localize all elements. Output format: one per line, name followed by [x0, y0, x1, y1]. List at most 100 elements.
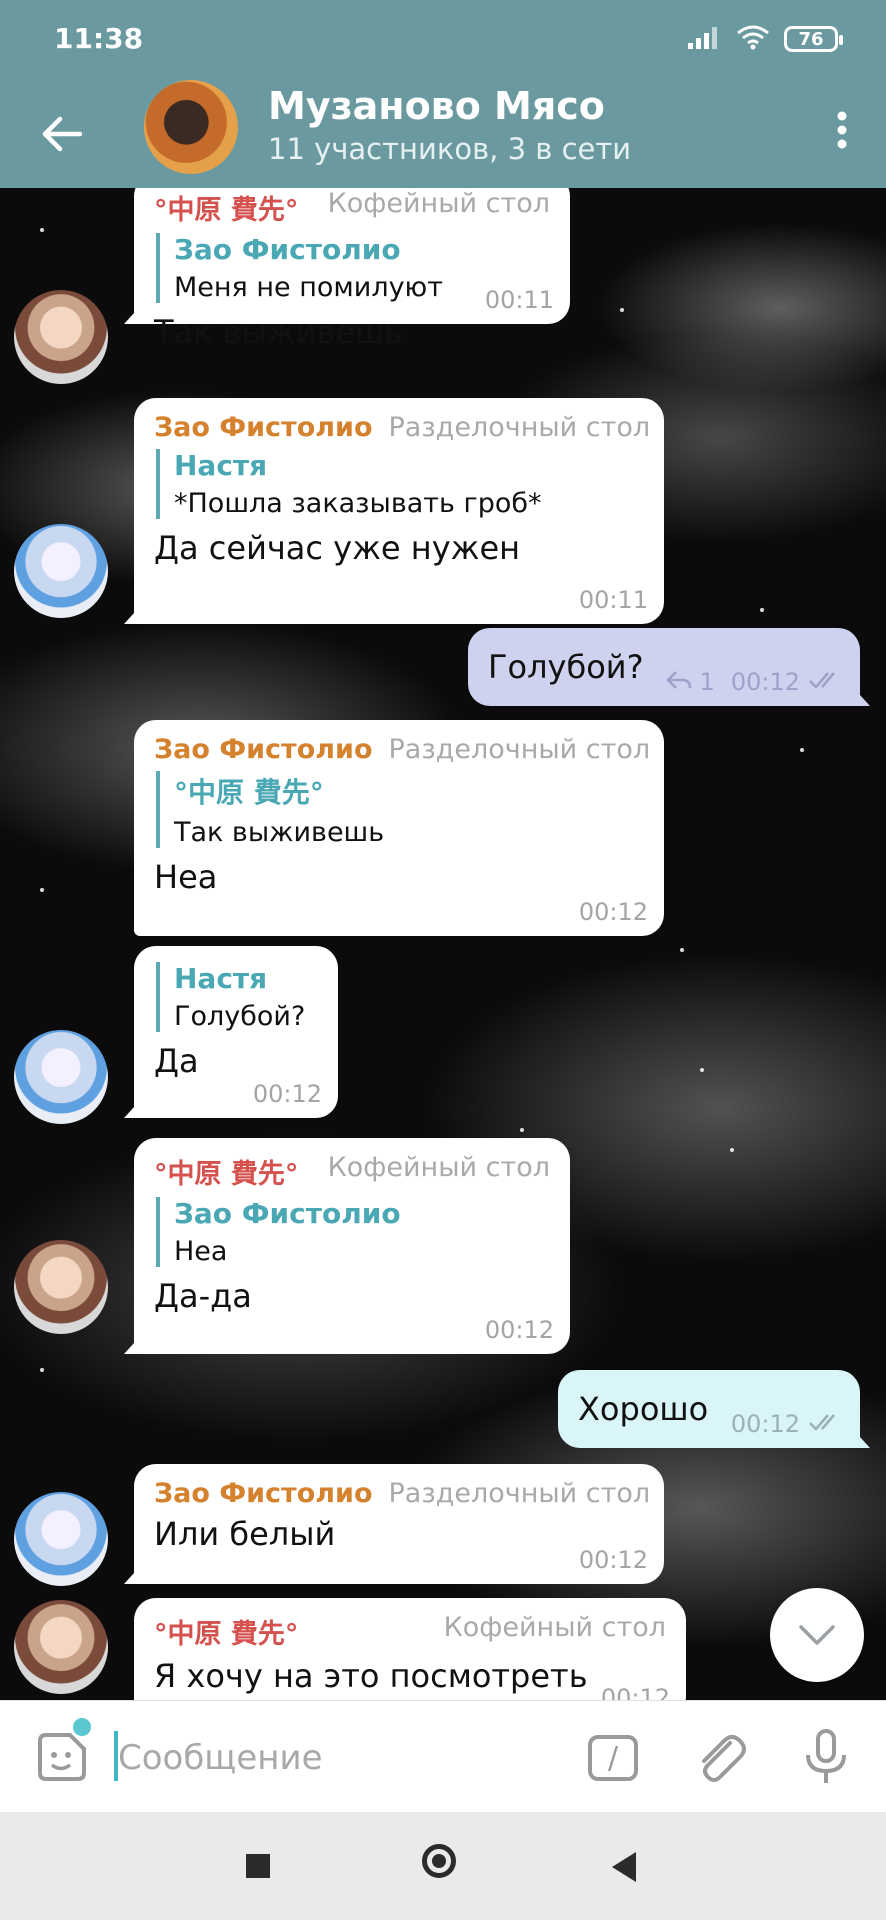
sender-role: Разделочный стол [388, 1478, 651, 1509]
message-bubble-outgoing[interactable]: Голубой? 1 00:12 [468, 628, 870, 706]
star [680, 948, 684, 952]
message-meta: 00:12 [731, 1410, 844, 1438]
avatar[interactable] [14, 1600, 108, 1694]
chevron-down-icon [799, 1625, 835, 1645]
message-time: 00:11 [578, 586, 648, 614]
avatar[interactable] [14, 1492, 108, 1586]
sender-role: Кофейный стол [327, 1152, 550, 1183]
avatar[interactable] [14, 524, 108, 618]
reply-text: *Пошла заказывать гроб* [174, 488, 542, 519]
sender-role: Разделочный стол [388, 412, 651, 443]
reply-name: Зао Фистолио [174, 1197, 401, 1230]
bubble-tail [124, 1096, 144, 1118]
bubble-tail [850, 1426, 870, 1448]
battery-level: 76 [798, 28, 824, 50]
paperclip-icon [702, 1735, 746, 1782]
sender-name[interactable]: Зао Фистолио [154, 412, 373, 443]
recent-apps-button[interactable] [246, 1854, 270, 1878]
sender-row: °中原 費先° Кофейный стол [154, 188, 550, 227]
chat-area[interactable]: °中原 費先° Кофейный стол Зао Фистолио Меня … [0, 188, 886, 1700]
reply-text: Так выживешь [174, 817, 385, 848]
sender-role: Кофейный стол [443, 1612, 666, 1643]
message-meta: 00:12 [579, 898, 648, 926]
sender-row: Зао Фистолио Разделочный стол [154, 1478, 650, 1509]
message-bubble[interactable]: °中原 費先° Кофейный стол Зао Фистолио Меня … [124, 188, 570, 351]
back-button[interactable] [30, 102, 94, 166]
message-text: Да сейчас уже нужен [154, 529, 521, 567]
reply-quote[interactable]: Настя Голубой? [156, 962, 318, 1032]
message-text: Я хочу на это посмотреть [154, 1657, 588, 1695]
reply-quote[interactable]: °中原 費先° Так выживешь [156, 771, 644, 848]
message-bubble[interactable]: Зао Фистолио Разделочный стол Или белый … [124, 1464, 664, 1584]
voice-button[interactable] [796, 1727, 856, 1787]
chat-title[interactable]: Музаново Мясо [268, 84, 605, 128]
sender-row: °中原 費先° Кофейный стол [154, 1612, 666, 1651]
chat-header: Музаново Мясо 11 участников, 3 в сети [0, 80, 886, 188]
star [760, 608, 764, 612]
avatar[interactable] [14, 1030, 108, 1124]
star [40, 1368, 44, 1372]
message-meta: 00:11 [579, 586, 648, 614]
sticker-button[interactable] [34, 1731, 88, 1785]
sender-name[interactable]: °中原 費先° [154, 1612, 298, 1651]
message-bubble[interactable]: Зао Фистолио Разделочный стол Настя *Пош… [124, 398, 664, 624]
message-text: Да-да [154, 1277, 252, 1315]
reply-name: Настя [174, 962, 268, 995]
message-time: 00:11 [484, 286, 554, 314]
slash-icon: / [607, 1740, 619, 1776]
message-bubble[interactable]: Настя Голубой? Да 00:12 [124, 946, 338, 1118]
sender-name[interactable]: °中原 費先° [154, 1152, 298, 1191]
message-bubble-outgoing[interactable]: Хорошо 00:12 [558, 1370, 870, 1448]
bubble-tail [124, 1562, 144, 1584]
status-bar: 11:38 76 [0, 0, 886, 80]
reply-quote[interactable]: Настя *Пошла заказывать гроб* [156, 449, 644, 519]
reply-quote[interactable]: Зао Фистолио Неа [156, 1197, 550, 1267]
message-bubble[interactable]: °中原 費先° Кофейный стол Я хочу на это посм… [134, 1598, 686, 1700]
message-bubble[interactable]: Зао Фистолио Разделочный стол °中原 費先° Та… [134, 720, 664, 936]
scroll-down-button[interactable] [770, 1588, 864, 1682]
avatar[interactable] [14, 290, 108, 384]
double-check-icon [808, 1410, 844, 1438]
reply-text: Голубой? [174, 1001, 306, 1032]
bubble-tail [124, 302, 144, 324]
reply-arrow-icon[interactable] [665, 668, 692, 696]
message-text: Или белый [154, 1515, 336, 1553]
message-time: 00:12 [578, 1546, 648, 1574]
microphone-icon [806, 1729, 846, 1783]
menu-button[interactable] [818, 98, 866, 162]
arrow-left-icon [42, 116, 82, 152]
reply-count: 1 [699, 668, 715, 696]
more-vertical-icon [837, 111, 847, 149]
reply-text: Неа [174, 1236, 228, 1267]
attach-button[interactable] [690, 1729, 750, 1789]
sender-row: Зао Фистолио Разделочный стол [154, 734, 650, 765]
bot-commands-button[interactable]: / [588, 1735, 638, 1781]
sender-name[interactable]: Зао Фистолио [154, 734, 373, 765]
star [620, 308, 624, 312]
bubble-tail [124, 1332, 144, 1354]
sender-name[interactable]: Зао Фистолио [154, 1478, 373, 1509]
reply-name: Настя [174, 449, 268, 482]
message-time: 00:12 [600, 1684, 670, 1700]
sender-row: Зао Фистолио Разделочный стол [154, 412, 650, 443]
star [520, 1128, 524, 1132]
star [40, 888, 44, 892]
message-meta: 00:12 [253, 1080, 322, 1108]
message-text: Так выживешь [154, 313, 404, 351]
sender-name[interactable]: °中原 費先° [154, 188, 298, 227]
message-meta: 1 00:12 [665, 668, 844, 696]
message-text: Неа [154, 858, 218, 896]
sender-role: Кофейный стол [327, 188, 550, 219]
bubble-tail [850, 684, 870, 706]
message-time: 00:12 [484, 1316, 554, 1344]
chat-avatar[interactable] [144, 80, 238, 174]
message-input[interactable] [116, 1729, 560, 1787]
avatar[interactable] [14, 1240, 108, 1334]
home-button[interactable] [422, 1844, 456, 1878]
message-time: 00:12 [252, 1080, 322, 1108]
wifi-icon [736, 24, 770, 54]
back-nav-button[interactable] [612, 1852, 636, 1882]
reply-name: °中原 費先° [174, 776, 324, 809]
status-time: 11:38 [54, 22, 144, 55]
message-bubble[interactable]: °中原 費先° Кофейный стол Зао Фистолио Неа Д… [124, 1138, 570, 1354]
